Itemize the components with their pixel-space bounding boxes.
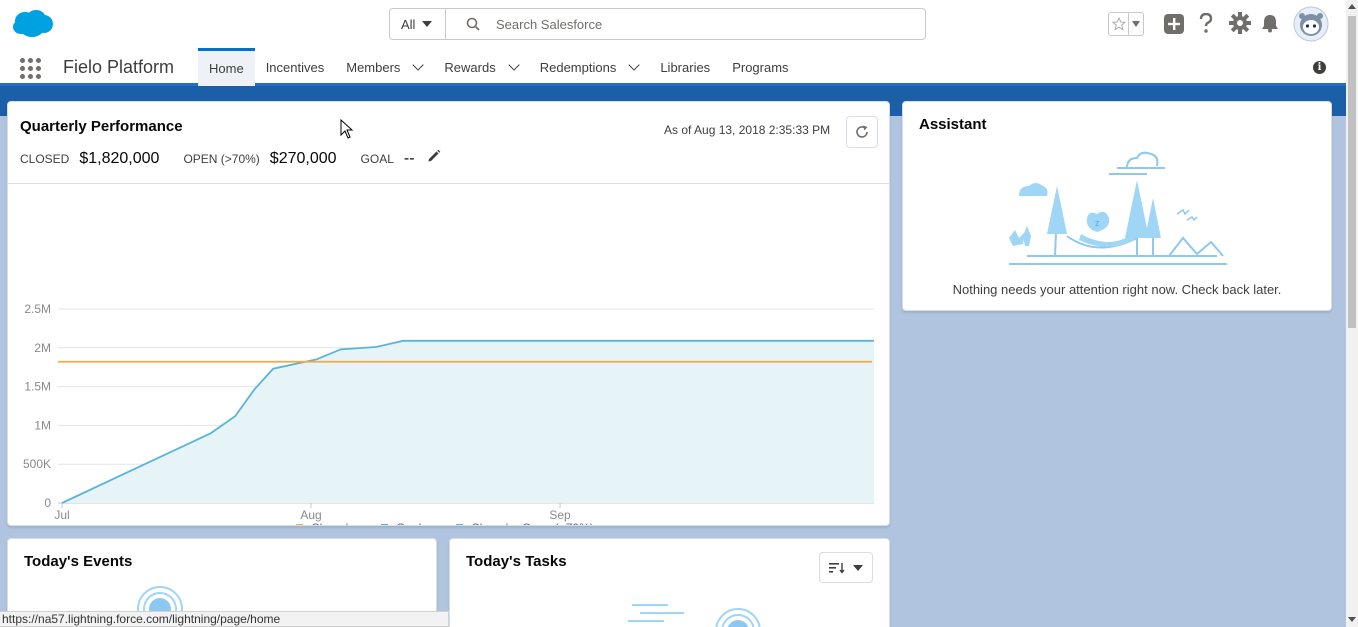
- favorites-star-button[interactable]: [1109, 13, 1129, 35]
- nav-item-label: Home: [209, 61, 244, 76]
- legend-swatch: [456, 524, 463, 525]
- favorites-group: [1108, 12, 1144, 36]
- gear-icon[interactable]: [1229, 12, 1251, 34]
- page-scrollbar[interactable]: [1346, 0, 1358, 627]
- nav-item-label: Rewards: [444, 59, 496, 75]
- add-icon[interactable]: [1164, 14, 1184, 34]
- nav-item-label: Libraries: [660, 59, 711, 75]
- user-avatar[interactable]: [1293, 6, 1329, 42]
- legend-swatch: [296, 524, 303, 525]
- x-tick-label: Jul: [54, 508, 69, 522]
- nav-item-label: Redemptions: [539, 59, 617, 75]
- help-icon[interactable]: [1198, 13, 1214, 35]
- nav-item-rewards[interactable]: Rewards: [433, 48, 528, 86]
- caret-down-icon: [1132, 21, 1140, 27]
- app-launcher-icon[interactable]: [20, 58, 41, 79]
- y-tick-label: 500K: [23, 457, 51, 471]
- card-title: Today's Tasks: [466, 553, 567, 570]
- nav-item-redemptions[interactable]: Redemptions: [529, 48, 650, 86]
- mouse-cursor-icon: [340, 119, 354, 139]
- card-title: Assistant: [919, 116, 987, 133]
- quarterly-performance-chart: 0 500K 1M 1.5M 2M 2.5M Jul Aug Sep Closed Goal Clos…: [23, 302, 874, 525]
- search-scope-dropdown[interactable]: All: [390, 9, 446, 39]
- chevron-down-icon[interactable]: [508, 59, 520, 71]
- nav-items: Home Incentives Members Rewards Redempti…: [198, 48, 800, 86]
- scroll-up-arrow-icon[interactable]: [1348, 4, 1356, 9]
- chevron-down-icon[interactable]: [628, 59, 640, 71]
- open-value: $270,000: [269, 150, 337, 167]
- tasks-empty-illustration: [628, 604, 761, 627]
- legend-swatch: [381, 524, 388, 525]
- svg-text:z: z: [1095, 218, 1100, 228]
- nav-item-libraries[interactable]: Libraries: [649, 48, 721, 86]
- x-tick-label: Sep: [549, 508, 571, 522]
- notifications-bell-icon[interactable]: [1260, 13, 1280, 33]
- scroll-down-arrow-icon[interactable]: [1348, 617, 1356, 622]
- favorites-list-button[interactable]: [1129, 13, 1143, 35]
- info-icon[interactable]: i: [1313, 61, 1326, 74]
- y-tick-label: 0: [44, 496, 51, 510]
- nav-item-incentives[interactable]: Incentives: [255, 48, 336, 86]
- performance-metrics: CLOSED $1,820,000 OPEN (>70%) $270,000 G…: [20, 149, 441, 168]
- search-scope-label: All: [401, 16, 416, 32]
- nav-item-members[interactable]: Members: [335, 48, 433, 86]
- nav-item-label: Incentives: [265, 59, 325, 75]
- caret-down-icon: [853, 564, 863, 571]
- chevron-down-icon[interactable]: [412, 59, 425, 71]
- y-tick-label: 1.5M: [24, 380, 51, 394]
- hammock-illustration: z: [1009, 151, 1227, 265]
- search-field-wrap: [446, 9, 925, 39]
- scrollbar-thumb[interactable]: [1348, 16, 1356, 328]
- y-tick-label: 1M: [34, 418, 51, 432]
- search-icon: [466, 17, 480, 31]
- refresh-icon: [856, 125, 868, 138]
- open-label: OPEN (>70%): [183, 152, 260, 166]
- todays-tasks-card: Today's Tasks: [449, 538, 890, 627]
- status-bar-url: https://na57.lightning.force.com/lightni…: [0, 611, 449, 627]
- salesforce-logo[interactable]: [12, 9, 54, 39]
- goal-value: --: [403, 150, 415, 167]
- card-title: Quarterly Performance: [20, 118, 183, 135]
- series-area-closed-open: [62, 340, 874, 503]
- legend-label: Closed + Open (>70%): [471, 521, 594, 525]
- card-title: Today's Events: [24, 553, 133, 570]
- legend-label: Goal: [396, 521, 421, 525]
- refresh-button[interactable]: [846, 116, 878, 148]
- nav-item-programs[interactable]: Programs: [721, 48, 799, 86]
- sort-list-icon: [829, 562, 845, 574]
- x-tick-label: Aug: [300, 508, 321, 522]
- legend-label: Closed: [311, 521, 348, 525]
- search-input[interactable]: [446, 9, 925, 39]
- tasks-filter-menu-button[interactable]: [819, 552, 873, 583]
- edit-goal-icon[interactable]: [427, 149, 441, 163]
- global-header: All: [0, 0, 1346, 48]
- goal-label: GOAL: [360, 152, 394, 166]
- closed-label: CLOSED: [20, 152, 70, 166]
- assistant-card: Assistant z Nothing needs your attention…: [902, 101, 1332, 311]
- global-search: All: [389, 8, 926, 40]
- y-tick-label: 2.5M: [24, 302, 51, 316]
- closed-value: $1,820,000: [79, 150, 160, 167]
- y-tick-label: 2M: [34, 341, 51, 355]
- caret-down-icon: [422, 21, 433, 27]
- header-actions: [1108, 8, 1144, 40]
- star-icon: [1111, 17, 1126, 31]
- app-name: Fielo Platform: [63, 57, 175, 77]
- quarterly-performance-card: Quarterly Performance As of Aug 13, 2018…: [7, 101, 890, 526]
- as-of-timestamp: As of Aug 13, 2018 2:35:33 PM: [664, 123, 831, 137]
- nav-item-home[interactable]: Home: [198, 48, 255, 86]
- nav-item-label: Members: [346, 59, 401, 75]
- app-navigation: Fielo Platform Home Incentives Members R…: [0, 48, 1346, 86]
- assistant-message: Nothing needs your attention right now. …: [952, 282, 1282, 297]
- nav-item-label: Programs: [732, 59, 789, 75]
